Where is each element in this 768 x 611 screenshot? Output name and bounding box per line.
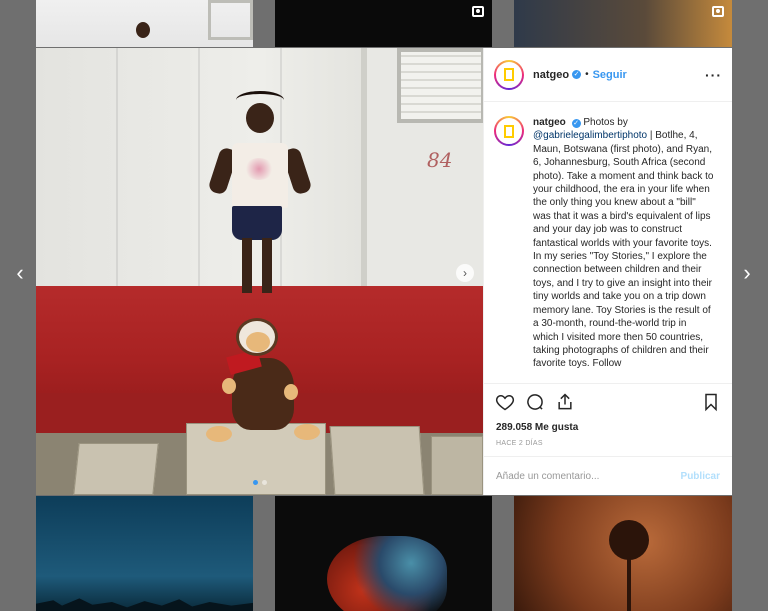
tree-trunk [627, 551, 631, 611]
toy-monkey-foot [294, 424, 320, 440]
bird-image [327, 536, 447, 611]
username-link[interactable]: natgeo [533, 69, 569, 81]
comment-input[interactable] [496, 470, 681, 482]
caption-text: natgeo ✓ Photos by @gabrielegalimbertiph… [533, 116, 714, 383]
photo-door-window [397, 48, 483, 123]
photographer-mention-link[interactable]: @gabrielegalimbertiphoto [533, 130, 647, 141]
share-upload-icon[interactable] [554, 391, 576, 413]
like-heart-icon[interactable] [494, 391, 516, 413]
caption-prefix: Photos by [580, 117, 628, 128]
trees-silhouette [36, 598, 253, 611]
caption-area: natgeo ✓ Photos by @gabrielegalimbertiph… [484, 102, 732, 383]
next-photo-chevron-icon[interactable]: › [456, 264, 474, 282]
likes-count[interactable]: 289.058 Me gusta [484, 420, 732, 436]
carousel-dot-active [252, 480, 258, 485]
verified-badge-icon: ✓ [572, 70, 582, 79]
natgeo-logo-icon [504, 68, 514, 81]
multiple-photos-icon [712, 6, 724, 17]
previous-post-arrow-icon[interactable]: ‹ [10, 262, 30, 284]
grid-tile-bottom-right[interactable] [514, 496, 732, 611]
comment-form: Publicar [484, 456, 732, 495]
grid-tile-bottom-middle[interactable] [275, 496, 492, 611]
comment-bubble-icon[interactable] [524, 391, 546, 413]
post-side-panel: natgeo ✓ • Seguir ··· natgeo ✓ Photos by… [483, 48, 732, 495]
grid-tile-bottom-left[interactable] [36, 496, 253, 611]
carousel-dot [261, 480, 267, 485]
post-actions [484, 383, 732, 420]
toy-monkey-face [246, 332, 270, 352]
window-frame [208, 0, 253, 40]
bookmark-icon[interactable] [700, 391, 722, 413]
multiple-photos-icon [472, 6, 484, 17]
next-post-arrow-icon[interactable]: › [737, 262, 757, 284]
caption-body: | Botlhe, 4, Maun, Botswana (first photo… [533, 130, 714, 370]
girl-shirt-print [244, 158, 274, 180]
girl-leg [242, 238, 252, 293]
grid-tile-top-right[interactable] [514, 0, 732, 47]
avatar[interactable] [494, 116, 524, 146]
girl-leg [262, 238, 272, 293]
follow-button[interactable]: Seguir [593, 69, 627, 81]
separator-dot: • [585, 69, 589, 80]
toy-monkey-hand [284, 384, 298, 400]
photo-stone [73, 443, 159, 495]
post-photo[interactable]: 84 › [36, 48, 483, 495]
child-figure [136, 22, 150, 38]
verified-badge-icon: ✓ [571, 119, 581, 128]
photo-door: 84 [361, 48, 483, 286]
post-timestamp[interactable]: HACE 2 DÍAS [484, 436, 732, 456]
publish-comment-button[interactable]: Publicar [681, 471, 720, 482]
girl-head [246, 103, 274, 133]
post-modal: 84 › natgeo ✓ • Seguir ··· natgeo ✓ Phot… [36, 48, 732, 495]
toy-monkey-foot [206, 426, 232, 442]
grid-tile-top-middle[interactable] [275, 0, 492, 47]
grid-tile-top-left[interactable] [36, 0, 253, 47]
girl-skirt [232, 206, 282, 240]
photo-stone [431, 436, 483, 495]
more-options-icon[interactable]: ··· [705, 67, 722, 83]
toy-monkey-hand [222, 378, 236, 394]
avatar[interactable] [494, 59, 524, 90]
post-header: natgeo ✓ • Seguir ··· [484, 48, 732, 102]
natgeo-logo-icon [504, 124, 514, 138]
carousel-dots [36, 480, 483, 485]
photo-door-number: 84 [427, 148, 453, 172]
caption-username-link[interactable]: natgeo [533, 117, 566, 128]
